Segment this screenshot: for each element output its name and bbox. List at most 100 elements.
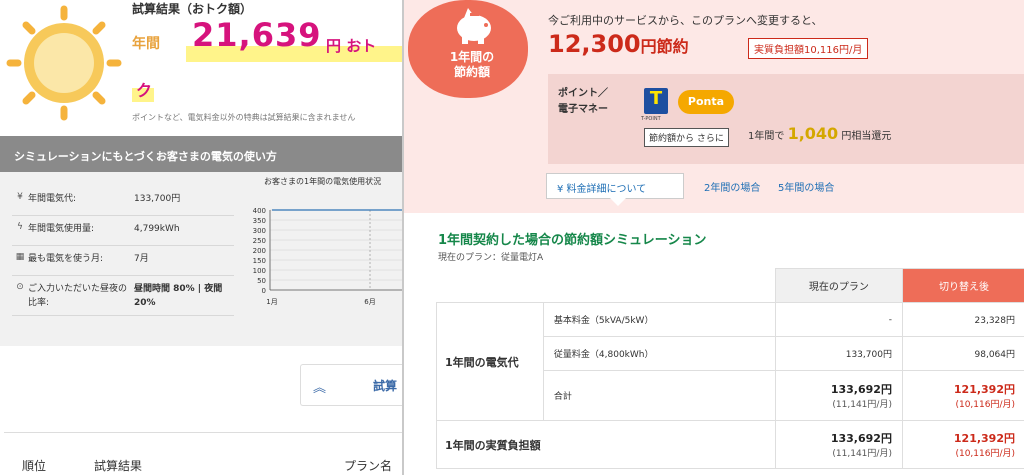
simulation-table: 現在のプラン 切り替え後 1年間の電気代 基本料金（5kVA/5kW） - 23…	[436, 268, 1024, 469]
new-value: 23,328円	[901, 302, 1024, 337]
usage-value: 133,700円	[134, 194, 181, 204]
yen-icon: ¥	[17, 192, 23, 202]
current-total-value: 133,692円	[830, 383, 892, 396]
table-header-row: 現在のプラン 切り替え後	[436, 268, 1024, 303]
new-real-monthly: (10,116円/月)	[955, 449, 1015, 459]
calendar-icon: ▦	[15, 252, 25, 262]
extra-savings-number: 1,040	[787, 124, 839, 143]
extra-savings-prefix: 1年間で	[748, 131, 785, 142]
tpoint-logo: T	[644, 88, 668, 114]
col-plan: プラン名	[344, 459, 393, 473]
points-label-1: ポイント／	[558, 88, 608, 99]
new-value: 98,064円	[901, 336, 1024, 371]
chart-x-tick-label: 6月	[364, 298, 375, 306]
new-real-value: 121,392円	[953, 432, 1015, 445]
points-label-2: 電子マネー	[558, 104, 608, 115]
table-row-real-burden: 1年間の実質負担額 133,692円 (11,141円/月) 121,392円 …	[436, 420, 1024, 469]
current-total-monthly: (11,141円/月)	[832, 400, 892, 410]
col-rank: 順位	[22, 459, 47, 473]
sun-icon	[6, 5, 122, 121]
row-category-electric: 1年間の電気代	[436, 302, 544, 421]
usage-value: 4,799kWh	[134, 224, 180, 234]
chart-y-tick-label: 250	[253, 237, 266, 245]
tab-fee-details[interactable]: ¥ 料金詳細について	[546, 173, 684, 199]
saving-unit: 円節約	[640, 37, 689, 56]
usage-header: シミュレーションにもとづくお客さまの電気の使い方	[0, 136, 402, 172]
ponta-logo: Ponta	[678, 90, 734, 114]
usage-label: 最も電気を使う月:	[28, 254, 104, 264]
background-results-page: 試算結果（おトク額） 年間 21,639 円 おト ク ポイントなど、電気料金以…	[0, 0, 402, 475]
new-total-monthly: (10,116円/月)	[955, 400, 1015, 410]
col-result: 試算結果	[94, 459, 143, 473]
badge-label: 1年間の 節約額	[444, 50, 500, 80]
current-real-monthly: (11,141円/月)	[832, 449, 892, 459]
row-label: 合計	[542, 370, 776, 421]
collapse-label: 試算	[373, 379, 398, 393]
row-label: 基本料金（5kVA/5kW）	[542, 302, 776, 337]
badge-line1: 1年間の	[449, 50, 495, 64]
usage-value: 昼間時間 80% | 夜間 20%	[134, 284, 223, 308]
new-total: 121,392円 (10,116円/月)	[901, 370, 1024, 421]
lead-text: 今ご利用中のサービスから、このプランへ変更すると、	[548, 14, 823, 27]
result-amount: 21,639	[192, 16, 322, 54]
tab-five-years[interactable]: 5年間の場合	[778, 179, 834, 194]
table-header-blank	[436, 268, 776, 303]
collapse-button[interactable]: ︽ 試算	[300, 364, 402, 406]
clock-icon: ⊙	[16, 282, 24, 292]
chart-plot: 0 50 100 150 200 250 300 350 400 1月 6月	[253, 207, 402, 306]
extra-savings-suffix: 円相当還元	[841, 131, 892, 142]
table-row: 1年間の電気代 基本料金（5kVA/5kW） - 23,328円	[436, 302, 1024, 421]
current-real-value: 133,692円	[830, 432, 892, 445]
usage-panel: シミュレーションにもとづくお客さまの電気の使い方 ¥ 年間電気代: 133,70…	[0, 136, 402, 346]
chart-y-tick-label: 200	[253, 247, 266, 255]
saving-amount: 12,300円節約	[548, 30, 689, 58]
new-total-value: 121,392円	[953, 383, 1015, 396]
current-value: 133,700円	[774, 336, 903, 371]
tpoint-logo-text: T-POINT	[641, 116, 661, 122]
chart-y-tick-label: 100	[253, 267, 266, 275]
new-real: 121,392円 (10,116円/月)	[901, 420, 1024, 469]
usage-row: ▦ 最も電気を使う月: 7月	[12, 246, 234, 276]
extra-savings-tag: 節約額から さらに	[644, 128, 729, 147]
bolt-icon: ϟ	[17, 222, 23, 232]
chart-y-tick-label: 400	[253, 207, 266, 215]
simulation-title: 1年間契約した場合の節約額シミュレーション	[438, 233, 707, 248]
results-list: ︽ 試算 順位 試算結果 プラン名	[0, 346, 402, 475]
tab-pointer	[610, 198, 626, 206]
badge-line2: 節約額	[453, 65, 490, 79]
saving-number: 12,300	[548, 30, 641, 58]
piggy-bank-icon	[457, 8, 491, 44]
results-table-header: 順位 試算結果 プラン名	[4, 432, 402, 475]
real-burden-badge: 実質負担額10,116円/月	[748, 38, 869, 59]
plan-detail-panel: 1年間の 節約額 今ご利用中のサービスから、このプランへ変更すると、 12,30…	[402, 0, 1024, 475]
result-year-label: 年間	[132, 36, 160, 52]
chart-y-tick-label: 150	[253, 257, 266, 265]
chart-y-tick-label: 300	[253, 227, 266, 235]
screen: 試算結果（おトク額） 年間 21,639 円 おト ク ポイントなど、電気料金以…	[0, 0, 1024, 475]
chart-y-tick-label: 350	[253, 217, 266, 225]
chart-y-tick-label: 50	[257, 277, 266, 285]
double-chevron-up-icon: ︽	[313, 381, 327, 396]
usage-row: ⊙ ご入力いただいた昼夜の比率: 昼間時間 80% | 夜間 20%	[12, 276, 234, 316]
col-current-plan: 現在のプラン	[774, 268, 903, 303]
points-box: ポイント／ 電子マネー T T-POINT Ponta 節約額から さらに 1年…	[548, 74, 1024, 164]
col-after-switch: 切り替え後	[901, 268, 1024, 303]
usage-row: ϟ 年間電気使用量: 4,799kWh	[12, 216, 234, 246]
savings-badge: 1年間の 節約額	[408, 0, 528, 98]
tab-two-years[interactable]: 2年間の場合	[704, 179, 760, 194]
chart-title: お客さまの1年間の電気使用状況	[264, 177, 382, 186]
result-title: 試算結果（おトク額）	[132, 2, 253, 16]
chart-x-tick-label: 1月	[266, 298, 277, 306]
usage-label: 年間電気代:	[28, 194, 77, 204]
result-note: ポイントなど、電気料金以外の特典は試算結果に含まれません	[132, 113, 356, 122]
savings-summary: 1年間の 節約額 今ご利用中のサービスから、このプランへ変更すると、 12,30…	[404, 0, 1024, 213]
points-label: ポイント／ 電子マネー	[558, 86, 608, 118]
row-category-real: 1年間の実質負担額	[436, 420, 776, 469]
usage-chart: お客さまの1年間の電気使用状況 0 50 100 150 200 250 300 350 400…	[246, 176, 402, 326]
usage-value: 7月	[134, 254, 149, 264]
usage-label: 年間電気使用量:	[28, 224, 95, 234]
result-amount-unit: 円 おト	[326, 37, 377, 55]
usage-list: ¥ 年間電気代: 133,700円 ϟ 年間電気使用量: 4,799kWh ▦ …	[12, 186, 234, 316]
result-amount-cont: ク	[136, 81, 153, 100]
extra-savings: 1年間で 1,040 円相当還元	[748, 124, 891, 143]
